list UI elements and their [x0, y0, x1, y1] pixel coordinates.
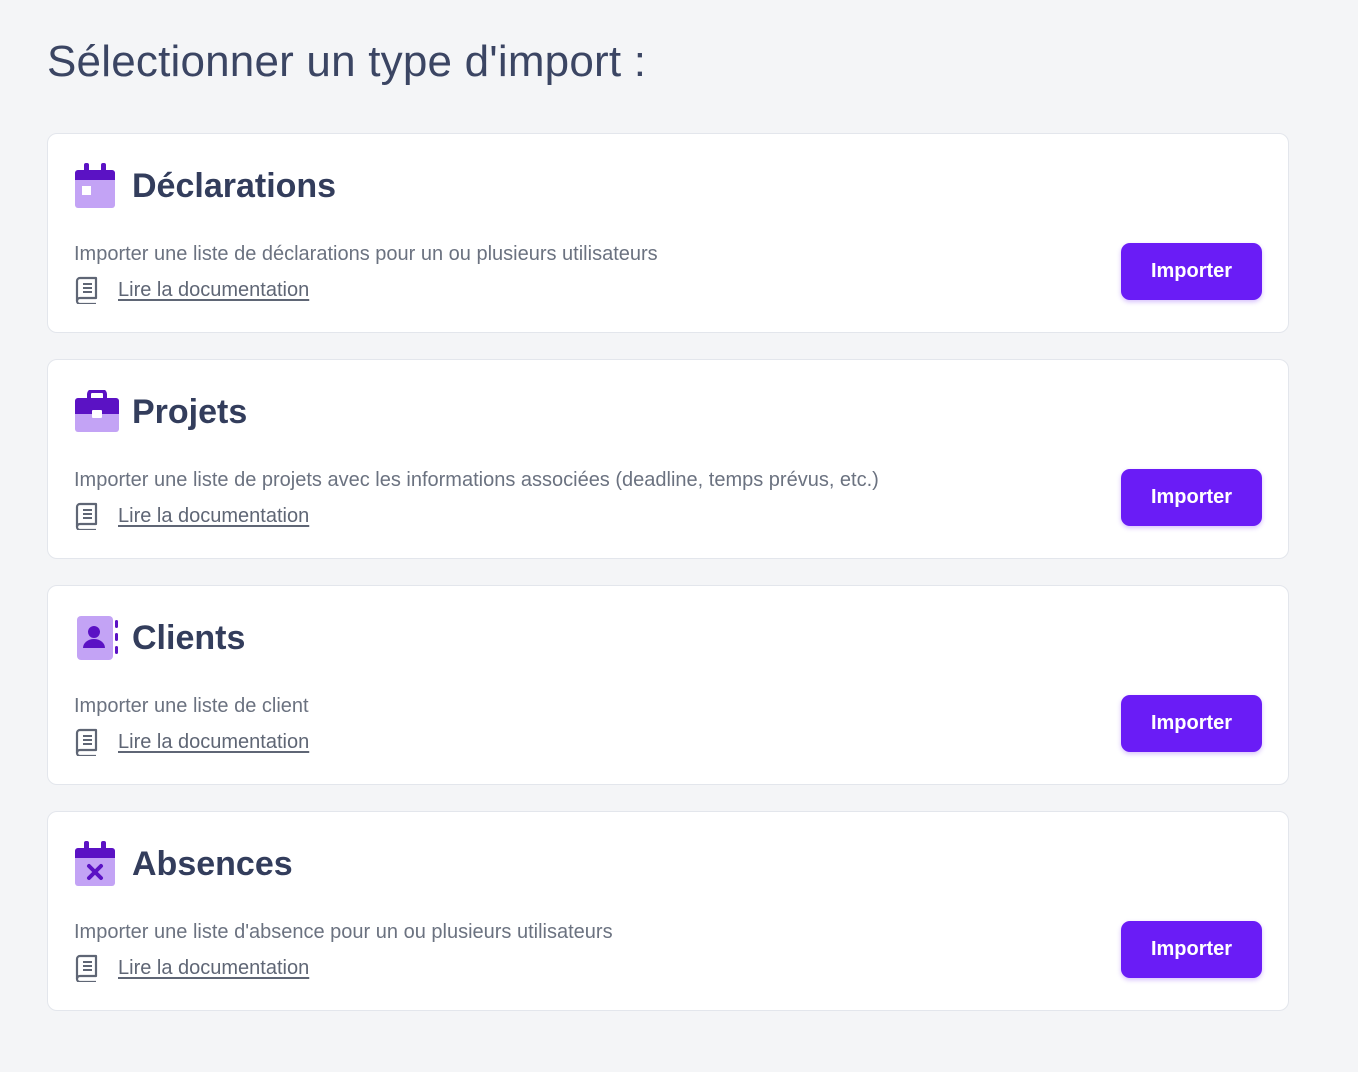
- book-icon: [74, 276, 100, 304]
- documentation-link[interactable]: Lire la documentation: [118, 954, 309, 982]
- import-type-list: Déclarations Importer une liste de décla…: [47, 133, 1289, 1037]
- book-icon: [74, 502, 100, 530]
- card-header: Projets: [74, 388, 247, 436]
- book-icon: [74, 728, 100, 756]
- card-title: Absences: [132, 845, 293, 883]
- card-title: Projets: [132, 393, 248, 431]
- card-description: Importer une liste d'absence pour un ou …: [74, 921, 613, 943]
- briefcase-icon: [74, 388, 120, 436]
- card-header: Absences: [74, 840, 293, 888]
- documentation-row: Lire la documentation: [74, 502, 309, 530]
- import-page: Sélectionner un type d'import : Déclarat…: [0, 0, 1358, 1072]
- documentation-link[interactable]: Lire la documentation: [118, 728, 309, 756]
- contact-book-icon: [74, 614, 120, 662]
- documentation-row: Lire la documentation: [74, 728, 309, 756]
- import-button[interactable]: Importer: [1121, 243, 1262, 300]
- book-icon: [74, 954, 100, 982]
- import-card-declarations: Déclarations Importer une liste de décla…: [47, 133, 1289, 333]
- calendar-icon: [74, 162, 120, 210]
- import-card-clients: Clients Importer une liste de client Lir…: [47, 585, 1289, 785]
- import-button[interactable]: Importer: [1121, 921, 1262, 978]
- calendar-x-icon: [74, 840, 120, 888]
- card-header: Clients: [74, 614, 245, 662]
- import-card-absences: Absences Importer une liste d'absence po…: [47, 811, 1289, 1011]
- documentation-row: Lire la documentation: [74, 954, 309, 982]
- documentation-link[interactable]: Lire la documentation: [118, 502, 309, 530]
- card-description: Importer une liste de client: [74, 695, 309, 717]
- documentation-link[interactable]: Lire la documentation: [118, 276, 309, 304]
- card-title: Déclarations: [132, 167, 337, 205]
- card-title: Clients: [132, 619, 246, 657]
- card-description: Importer une liste de projets avec les i…: [74, 469, 879, 491]
- import-button[interactable]: Importer: [1121, 469, 1262, 526]
- page-title: Sélectionner un type d'import :: [47, 37, 647, 86]
- import-button[interactable]: Importer: [1121, 695, 1262, 752]
- import-card-projets: Projets Importer une liste de projets av…: [47, 359, 1289, 559]
- card-header: Déclarations: [74, 162, 336, 210]
- card-description: Importer une liste de déclarations pour …: [74, 243, 658, 265]
- documentation-row: Lire la documentation: [74, 276, 309, 304]
